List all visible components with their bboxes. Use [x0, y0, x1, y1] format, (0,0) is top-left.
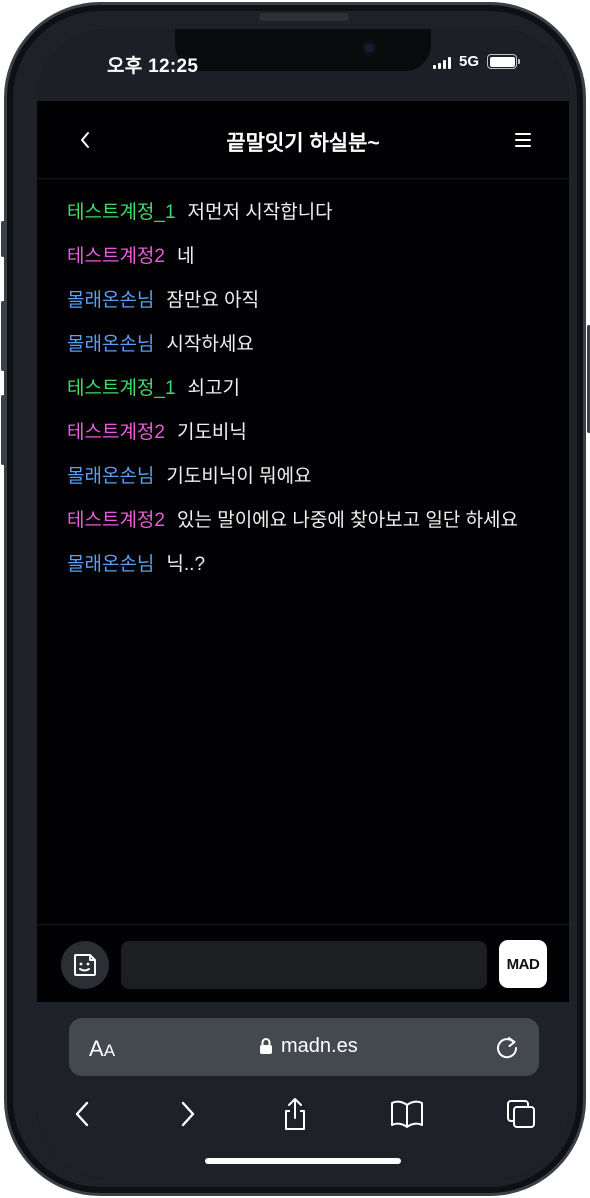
status-bar: 오후 12:25 5G [37, 29, 569, 101]
url-text: madn.es [281, 1035, 358, 1057]
message-input[interactable] [121, 941, 487, 989]
message-row: 테스트계정_1 저먼저 시작합니다 [67, 199, 557, 243]
share-icon [285, 1098, 305, 1130]
message-text: 시작하세요 [166, 334, 254, 355]
message-nickname[interactable]: 테스트계정2 [67, 422, 165, 443]
notch [175, 29, 431, 71]
send-button[interactable]: MAD [499, 940, 547, 988]
message-nickname[interactable]: 몰래온손님 [67, 334, 154, 355]
phone-frame: 오후 12:25 5G 끝말잇기 하실분~ 테스트계정_1 저먼저 시작합니다 테스… [1, 2, 590, 1196]
battery-icon [487, 54, 520, 69]
text-size-button[interactable]: AA [89, 1036, 115, 1062]
message-nickname[interactable]: 몰래온손님 [67, 290, 154, 311]
volume-up-button [1, 301, 5, 371]
message-text: 쇠고기 [187, 378, 240, 399]
browser-back-button[interactable] [63, 1094, 103, 1134]
chat-header: 끝말잇기 하실분~ [37, 101, 569, 179]
message-nickname[interactable]: 테스트계정2 [67, 510, 165, 531]
earpiece-speaker [259, 13, 349, 21]
message-row: 몰래온손님 닉..? [67, 551, 557, 595]
status-time: 오후 12:25 [107, 56, 199, 77]
reload-icon[interactable] [493, 1034, 521, 1062]
bookmarks-button[interactable] [387, 1094, 427, 1134]
message-nickname[interactable]: 몰래온손님 [67, 466, 154, 487]
message-nickname[interactable]: 테스트계정_1 [67, 378, 176, 399]
volume-down-button [1, 395, 5, 465]
sticker-button[interactable] [61, 941, 109, 989]
tabs-icon [507, 1100, 535, 1128]
tabs-button[interactable] [501, 1094, 541, 1134]
message-text: 저먼저 시작합니다 [187, 202, 333, 223]
message-row: 몰래온손님 기도비닉이 뭐에요 [67, 463, 557, 507]
message-text: 기도비닉 [176, 422, 247, 443]
lock-icon [260, 1038, 272, 1054]
signal-icon [433, 57, 453, 69]
browser-toolbar [37, 1094, 569, 1138]
book-icon [391, 1100, 423, 1128]
network-type: 5G [459, 53, 480, 70]
message-text: 닉..? [166, 554, 206, 575]
message-nickname[interactable]: 테스트계정2 [67, 246, 165, 267]
message-row: 테스트계정2 있는 말이에요 나중에 찾아보고 일단 하세요 [67, 507, 557, 551]
message-nickname[interactable]: 테스트계정_1 [67, 202, 176, 223]
sticker-icon [74, 954, 96, 976]
message-text: 기도비닉이 뭐에요 [166, 466, 312, 487]
chat-room-title: 끝말잇기 하실분~ [226, 132, 380, 155]
message-row: 몰래온손님 잠만요 아직 [67, 287, 557, 331]
address-bar[interactable]: AA madn.es [69, 1018, 539, 1076]
chevron-right-icon [181, 1101, 195, 1127]
message-text: 네 [176, 246, 195, 267]
message-text: 있는 말이에요 나중에 찾아보고 일단 하세요 [176, 510, 519, 531]
phone-screen: 오후 12:25 5G 끝말잇기 하실분~ 테스트계정_1 저먼저 시작합니다 테스… [37, 29, 569, 1179]
message-list: 테스트계정_1 저먼저 시작합니다 테스트계정2 네 몰래온손님 잠만요 아직 몰래온손님 시… [67, 199, 557, 595]
message-row: 몰래온손님 시작하세요 [67, 331, 557, 375]
message-row: 테스트계정2 기도비닉 [67, 419, 557, 463]
text-size-label-small: A [103, 1041, 116, 1060]
browser-forward-button[interactable] [167, 1094, 207, 1134]
chevron-left-icon [75, 1101, 89, 1127]
message-row: 테스트계정_1 쇠고기 [67, 375, 557, 419]
menu-button[interactable] [511, 127, 535, 153]
text-size-label-large: A [89, 1036, 104, 1061]
chat-input-bar: MAD [37, 924, 569, 1002]
hamburger-menu-icon [515, 133, 531, 147]
message-text: 잠만요 아직 [166, 290, 260, 311]
message-row: 테스트계정2 네 [67, 243, 557, 287]
share-button[interactable] [275, 1094, 315, 1134]
action-button [1, 221, 5, 257]
browser-bottom-bar: AA madn.es [37, 1002, 569, 1179]
message-nickname[interactable]: 몰래온손님 [67, 554, 154, 575]
home-indicator [205, 1158, 401, 1164]
front-camera [361, 40, 377, 56]
